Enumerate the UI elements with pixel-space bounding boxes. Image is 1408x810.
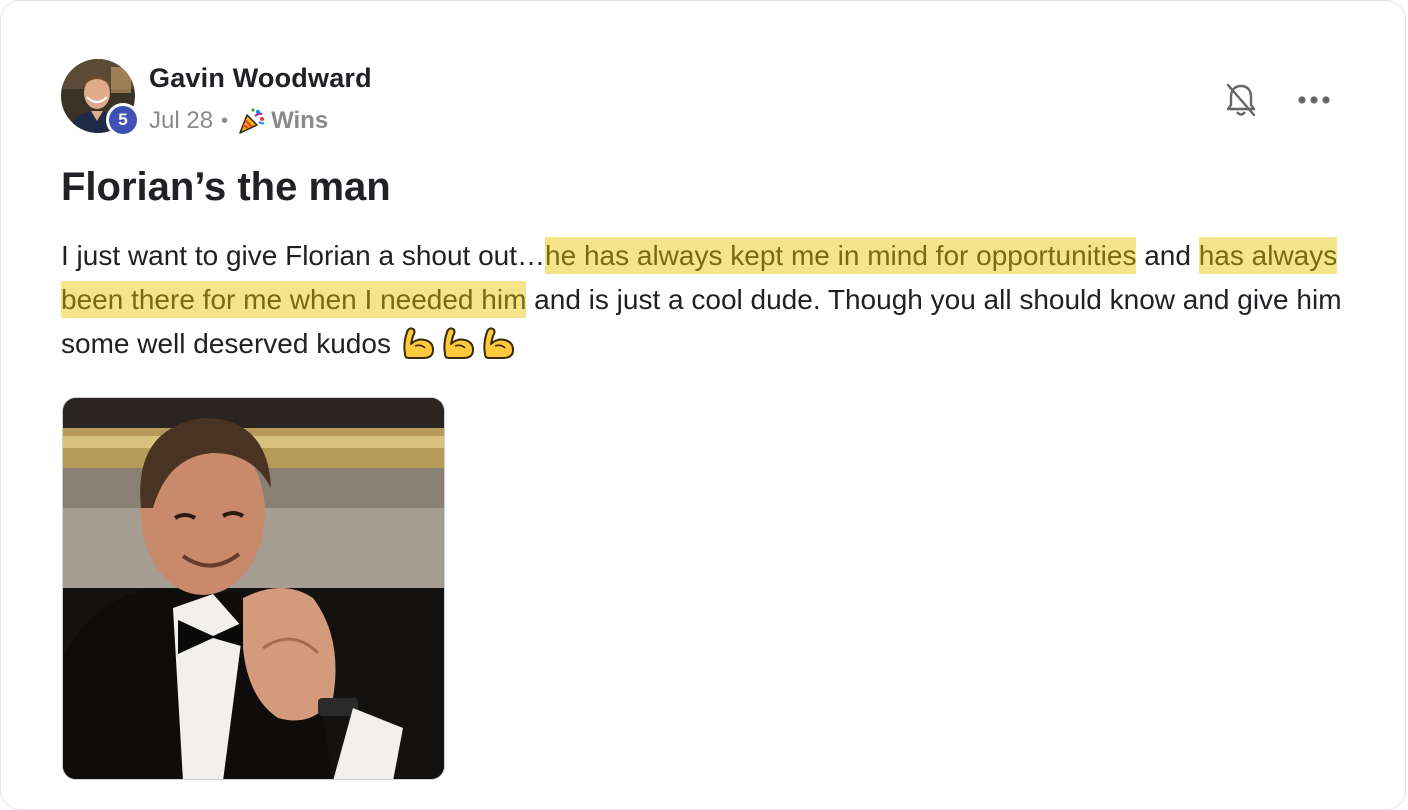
post-title: Florian’s the man — [61, 165, 391, 209]
party-popper-icon — [239, 108, 265, 134]
meta-separator: • — [221, 109, 229, 132]
more-dots-icon[interactable] — [1293, 85, 1335, 115]
level-badge: 5 — [106, 103, 140, 137]
post-meta: Jul 28 • Wins — [149, 104, 328, 138]
body-text: and — [1136, 240, 1199, 271]
author-name[interactable]: Gavin Woodward — [149, 63, 372, 94]
avatar[interactable]: 5 — [61, 59, 140, 137]
bell-off-icon[interactable] — [1221, 80, 1261, 120]
flexed-biceps-icon — [443, 327, 474, 359]
highlighted-text: he has always kept me in mind for opport… — [545, 237, 1137, 274]
post-gif[interactable] — [62, 397, 445, 780]
post-body: I just want to give Florian a shout out…… — [61, 234, 1351, 366]
post-date[interactable]: Jul 28 — [149, 107, 213, 135]
post-category[interactable]: Wins — [271, 107, 328, 135]
body-text: I just want to give Florian a shout out… — [61, 240, 546, 271]
flexed-biceps-icon — [483, 327, 514, 359]
post-card: 5 Gavin Woodward Jul 28 • Wins Florian’s… — [0, 0, 1406, 810]
gif-image — [63, 398, 444, 779]
flexed-biceps-icon — [403, 327, 434, 359]
